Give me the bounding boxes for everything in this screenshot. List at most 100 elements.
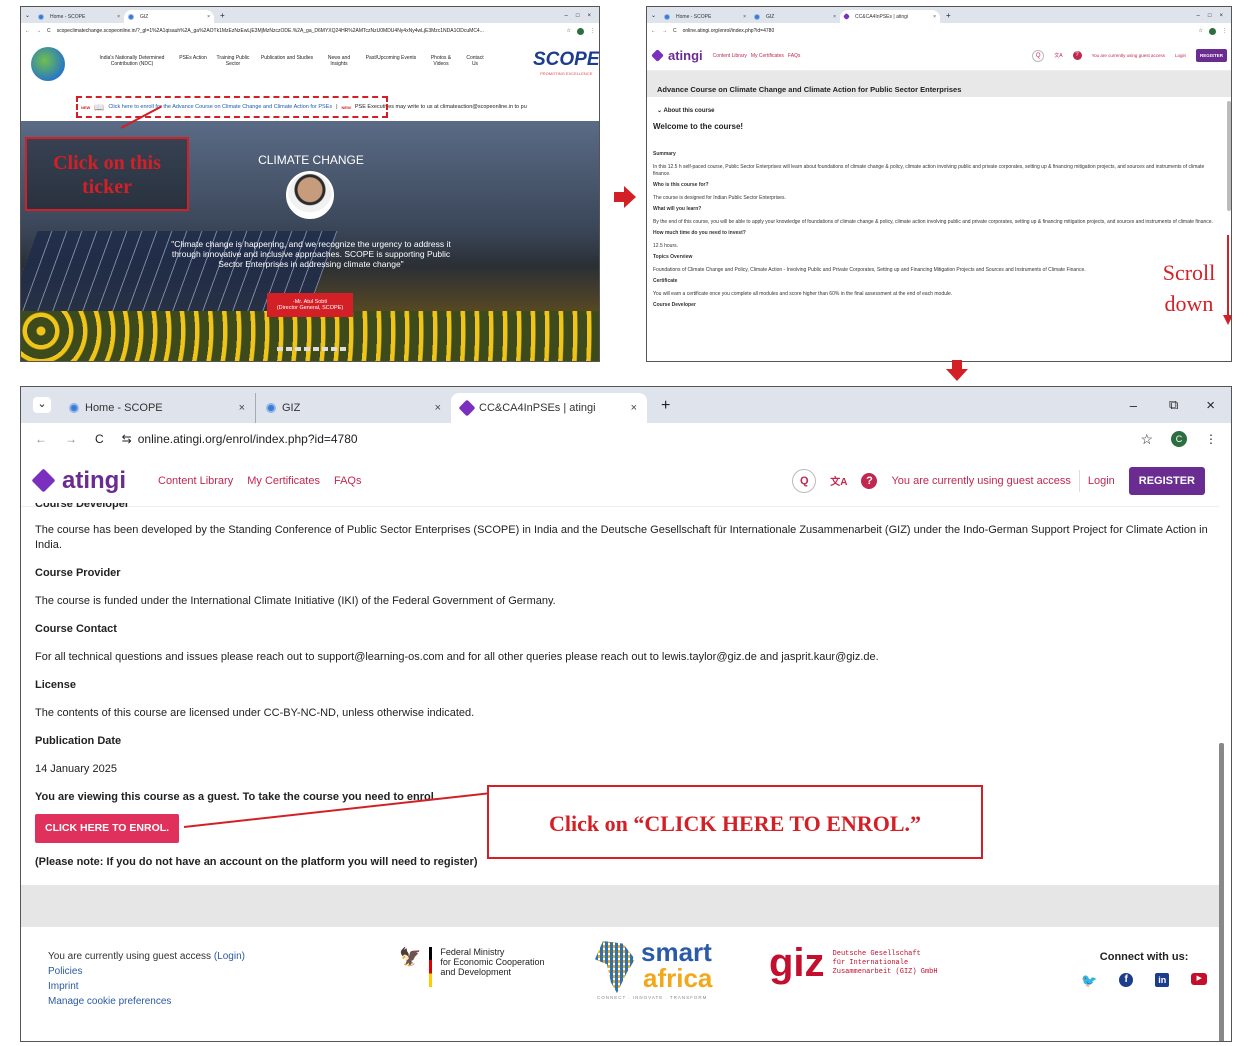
- close-tab-icon[interactable]: ×: [631, 402, 637, 414]
- menu-icon[interactable]: ⋮: [1222, 28, 1227, 34]
- nav-faqs[interactable]: FAQs: [788, 53, 801, 59]
- bookmark-star-icon[interactable]: ☆: [1199, 28, 1203, 34]
- scrollbar[interactable]: [1219, 743, 1224, 1041]
- url-field[interactable]: online.atingi.org/enrol/index.php?id=478…: [683, 28, 1193, 34]
- profile-avatar[interactable]: [1209, 27, 1216, 35]
- footer-link-policies[interactable]: Policies: [48, 964, 245, 979]
- close-tab-icon[interactable]: ×: [743, 14, 746, 20]
- hero-quote: "Climate change is happening, and we rec…: [171, 239, 451, 269]
- nav-ndc[interactable]: India's Nationally Determined Contributi…: [89, 55, 175, 67]
- reload-icon[interactable]: C: [95, 432, 104, 446]
- atingi-logo-icon[interactable]: [651, 49, 664, 62]
- register-button[interactable]: REGISTER: [1128, 466, 1205, 495]
- tab-atingi[interactable]: CC&CA4InPSEs | atingi ×: [451, 393, 647, 423]
- window-controls[interactable]: –□×: [1197, 13, 1231, 19]
- site-info-icon[interactable]: ⇆: [122, 432, 132, 446]
- reload-icon[interactable]: C: [673, 28, 677, 34]
- scroll-arrow-head: [1223, 315, 1231, 325]
- nav-my-certificates[interactable]: My Certificates: [751, 53, 784, 59]
- tab-menu-icon[interactable]: ⌄: [25, 12, 30, 19]
- atingi-logo-icon[interactable]: [31, 468, 56, 493]
- youtube-icon[interactable]: ▶: [1191, 973, 1208, 985]
- search-icon[interactable]: Q: [1032, 49, 1045, 62]
- text-license: The contents of this course are licensed…: [35, 707, 475, 719]
- tab-home-scope[interactable]: Home - SCOPE ×: [34, 10, 124, 23]
- restore-icon[interactable]: ⧉: [1169, 397, 1178, 413]
- nav-content-library[interactable]: Content Library: [158, 475, 233, 487]
- nav-contact[interactable]: Contact Us: [463, 55, 487, 67]
- slider-dots[interactable]: [277, 347, 349, 351]
- tab-giz[interactable]: GIZ ×: [124, 10, 215, 23]
- back-icon[interactable]: ←: [651, 28, 656, 34]
- nav-faqs[interactable]: FAQs: [334, 475, 362, 487]
- section-certificate: Certificate You will earn a certificate …: [653, 278, 953, 297]
- tab-menu-icon[interactable]: ⌄: [651, 12, 656, 19]
- forward-icon[interactable]: →: [65, 432, 77, 446]
- tab-giz[interactable]: GIZ ×: [255, 393, 451, 423]
- forward-icon[interactable]: →: [36, 28, 41, 34]
- nav-training[interactable]: Training Public Sector: [211, 55, 255, 67]
- menu-icon[interactable]: ⋮: [1205, 432, 1217, 446]
- scrollbar[interactable]: [1227, 101, 1231, 211]
- back-icon[interactable]: ←: [25, 28, 30, 34]
- linkedin-icon[interactable]: in: [1155, 973, 1170, 987]
- new-tab-icon[interactable]: +: [661, 397, 670, 415]
- tab-home-scope[interactable]: Home - SCOPE ×: [59, 393, 255, 423]
- footer-band: [21, 885, 1219, 927]
- back-icon[interactable]: ←: [35, 432, 47, 446]
- register-button[interactable]: REGISTER: [1195, 49, 1227, 62]
- url-field[interactable]: scopeclimatechange.scopeonline.in/?_gl=1…: [57, 28, 561, 34]
- close-tab-icon[interactable]: ×: [933, 14, 936, 20]
- nav-publications[interactable]: Publication and Studies: [259, 55, 315, 67]
- tab-home-scope[interactable]: Home - SCOPE ×: [660, 10, 750, 23]
- nav-photos[interactable]: Photos & Videos: [423, 55, 459, 67]
- close-tab-icon[interactable]: ×: [117, 14, 120, 20]
- language-icon[interactable]: 文A: [1054, 52, 1062, 59]
- close-window-icon[interactable]: ×: [1206, 397, 1215, 414]
- close-tab-icon[interactable]: ×: [207, 14, 210, 20]
- tab-menu-icon[interactable]: ⌄: [33, 397, 51, 413]
- nav-news[interactable]: News and Insights: [319, 55, 359, 67]
- login-link[interactable]: Login: [1088, 475, 1115, 487]
- profile-avatar[interactable]: C: [1171, 431, 1187, 447]
- tab-atingi[interactable]: CC&CA4InPSEs | atingi ×: [840, 10, 941, 23]
- forward-icon[interactable]: →: [662, 28, 667, 34]
- bmz-line-2: for Economic Cooperation: [440, 957, 545, 967]
- profile-avatar[interactable]: [577, 27, 584, 35]
- about-toggle[interactable]: ⌄ About this course: [657, 107, 1223, 114]
- help-icon[interactable]: ?: [1072, 51, 1082, 60]
- footer-link-imprint[interactable]: Imprint: [48, 979, 245, 994]
- enrol-button[interactable]: CLICK HERE TO ENROL.: [35, 814, 180, 843]
- atingi-logo[interactable]: atingi: [62, 467, 126, 495]
- nav-events[interactable]: Past/Upcoming Events: [363, 55, 419, 67]
- close-tab-icon[interactable]: ×: [435, 402, 441, 414]
- guest-access-text: You are currently using guest access: [1091, 53, 1165, 58]
- facebook-icon[interactable]: f: [1119, 973, 1134, 987]
- search-icon[interactable]: Q: [792, 468, 817, 493]
- minimize-icon[interactable]: –: [1130, 398, 1137, 413]
- url-field[interactable]: online.atingi.org/enrol/index.php?id=478…: [138, 432, 1123, 446]
- language-icon[interactable]: 文A: [830, 473, 847, 488]
- giz-favicon-icon: [128, 13, 135, 20]
- bookmark-star-icon[interactable]: ☆: [1140, 431, 1153, 448]
- close-tab-icon[interactable]: ×: [833, 14, 836, 20]
- close-tab-icon[interactable]: ×: [239, 402, 245, 414]
- new-tab-icon[interactable]: +: [220, 11, 225, 20]
- login-link[interactable]: Login: [1175, 53, 1186, 58]
- help-icon[interactable]: ?: [861, 472, 878, 489]
- footer-login-link[interactable]: (Login): [214, 951, 245, 962]
- nav-content-library[interactable]: Content Library: [713, 53, 747, 59]
- new-tab-icon[interactable]: +: [946, 11, 951, 20]
- address-bar: ← → C scopeclimatechange.scopeonline.in/…: [21, 23, 599, 39]
- nav-pses-action[interactable]: PSEs Action: [179, 55, 207, 67]
- reload-icon[interactable]: C: [47, 28, 51, 34]
- africa-map-icon: [595, 941, 635, 993]
- menu-icon[interactable]: ⋮: [590, 28, 595, 34]
- window-controls[interactable]: –□×: [565, 13, 599, 19]
- footer-link-cookies[interactable]: Manage cookie preferences: [48, 994, 245, 1009]
- twitter-icon[interactable]: 🐦: [1081, 973, 1097, 989]
- nav-my-certificates[interactable]: My Certificates: [247, 475, 320, 487]
- tab-giz[interactable]: GIZ ×: [750, 10, 840, 23]
- atingi-logo[interactable]: atingi: [668, 48, 703, 63]
- bookmark-star-icon[interactable]: ☆: [567, 28, 571, 34]
